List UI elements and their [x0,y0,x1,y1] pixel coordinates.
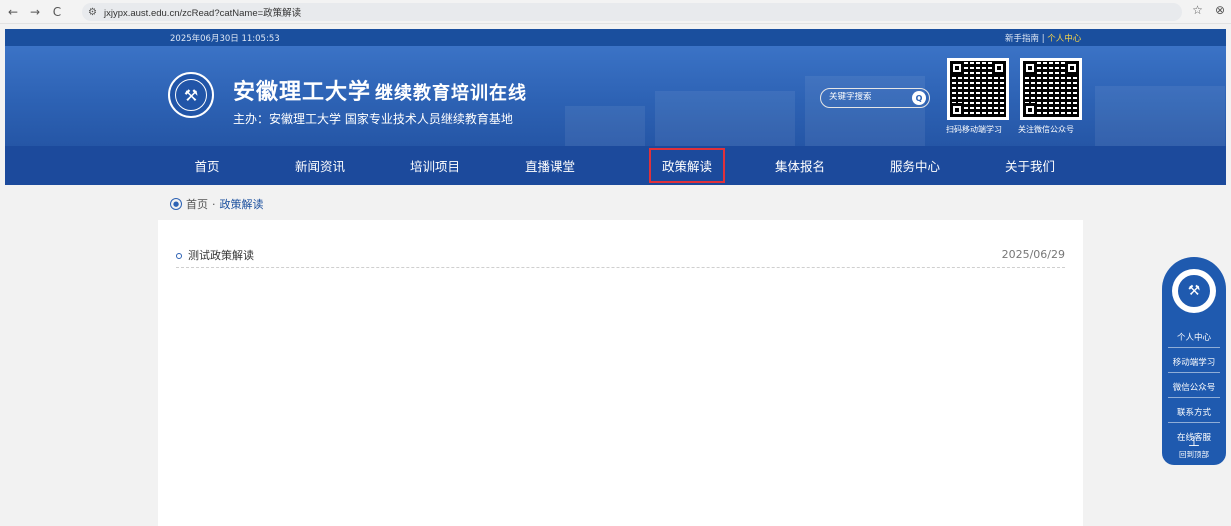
site-title: 安徽理工大学 继续教育培训在线 [233,74,527,106]
reload-icon[interactable]: C [48,3,66,21]
breadcrumb-home[interactable]: 首页 [186,196,208,212]
search-box: Q [820,88,930,108]
side-item-contact[interactable]: 联系方式 [1168,402,1220,423]
list-item-date: 2025/06/29 [1001,248,1065,261]
side-item-wechat[interactable]: 微信公众号 [1168,377,1220,398]
university-name: 安徽理工大学 [233,79,372,105]
site-header: ⚒ 安徽理工大学 继续教育培训在线 主办：安徽理工大学 国家专业技术人员继续教育基… [5,46,1226,146]
forward-icon[interactable]: → [26,3,44,21]
nav-item-live[interactable]: 直播课堂 [510,146,590,185]
location-pin-icon: ● [170,198,182,210]
nav-item-training[interactable]: 培训项目 [395,146,475,185]
pickaxe-emblem-icon: ⚒ [1177,274,1211,308]
bg-building-decor [805,76,925,146]
side-university-logo: ⚒ [1172,269,1216,313]
qr-label-wechat: 关注微信公众号 [1018,125,1074,134]
list-item-title-wrap[interactable]: 测试政策解读 [176,247,254,263]
top-info-bar: 2025年06月30日 11:05:53 新手指南 | 个人中心 [5,29,1226,46]
guide-link[interactable]: 新手指南 [1005,34,1039,44]
back-to-top-label: 回到顶部 [1179,450,1209,459]
floating-side-bar: ⚒ 个人中心 移动端学习 微信公众号 联系方式 在线客服 ⊥ 回到顶部 [1162,257,1226,465]
list-item[interactable]: 测试政策解读 2025/06/29 [176,242,1065,268]
side-item-mobile-learning[interactable]: 移动端学习 [1168,352,1220,373]
breadcrumb: ● 首页 · 政策解读 [170,196,264,212]
content-panel: 测试政策解读 2025/06/29 [158,220,1083,526]
bg-building-decor [565,106,645,146]
back-icon[interactable]: ← [4,3,22,21]
nav-item-news[interactable]: 新闻资讯 [280,146,360,185]
address-bar[interactable]: ⚙ jxjypx.aust.edu.cn/zcRead?catName=政策解读 [82,3,1182,21]
search-icon[interactable]: Q [912,91,926,105]
side-item-user-center[interactable]: 个人中心 [1168,327,1220,348]
qr-code-wechat [1020,58,1082,120]
profile-icon[interactable]: ⊗ [1215,3,1225,17]
bullet-icon [176,252,182,259]
bg-building-decor [655,91,795,146]
bg-building-decor [1095,86,1225,146]
breadcrumb-separator: · [212,197,216,211]
pickaxe-emblem-icon: ⚒ [175,79,207,111]
list-item-title[interactable]: 测试政策解读 [188,249,254,262]
nav-item-about[interactable]: 关于我们 [990,146,1070,185]
bookmark-star-icon[interactable]: ☆ [1192,3,1203,17]
top-links: 新手指南 | 个人中心 [1005,32,1081,44]
nav-item-home[interactable]: 首页 [167,146,247,185]
university-logo[interactable]: ⚒ [168,72,214,118]
back-to-top-button[interactable]: ⊥ 回到顶部 [1162,435,1226,460]
browser-toolbar: ← → C ⚙ jxjypx.aust.edu.cn/zcRead?catNam… [0,0,1231,24]
main-nav: 首页 新闻资讯 培训项目 直播课堂 政策解读 集体报名 服务中心 关于我们 [5,146,1226,185]
nav-item-service[interactable]: 服务中心 [875,146,955,185]
url-text: jxjypx.aust.edu.cn/zcRead?catName=政策解读 [103,8,302,19]
arrow-up-icon: ⊥ [1187,434,1201,450]
platform-name: 继续教育培训在线 [375,83,528,104]
search-input[interactable] [829,92,909,102]
nav-item-group-signup[interactable]: 集体报名 [760,146,840,185]
site-subtitle: 主办：安徽理工大学 国家专业技术人员继续教育基地 [233,112,513,126]
breadcrumb-current: 政策解读 [219,198,264,211]
site-settings-icon[interactable]: ⚙ [88,7,97,18]
current-datetime: 2025年06月30日 11:05:53 [170,34,280,44]
nav-item-policy[interactable]: 政策解读 [647,146,727,185]
qr-code-mobile [947,58,1009,120]
user-center-link[interactable]: 个人中心 [1047,34,1081,44]
qr-label-mobile: 扫码移动端学习 [946,125,1002,134]
